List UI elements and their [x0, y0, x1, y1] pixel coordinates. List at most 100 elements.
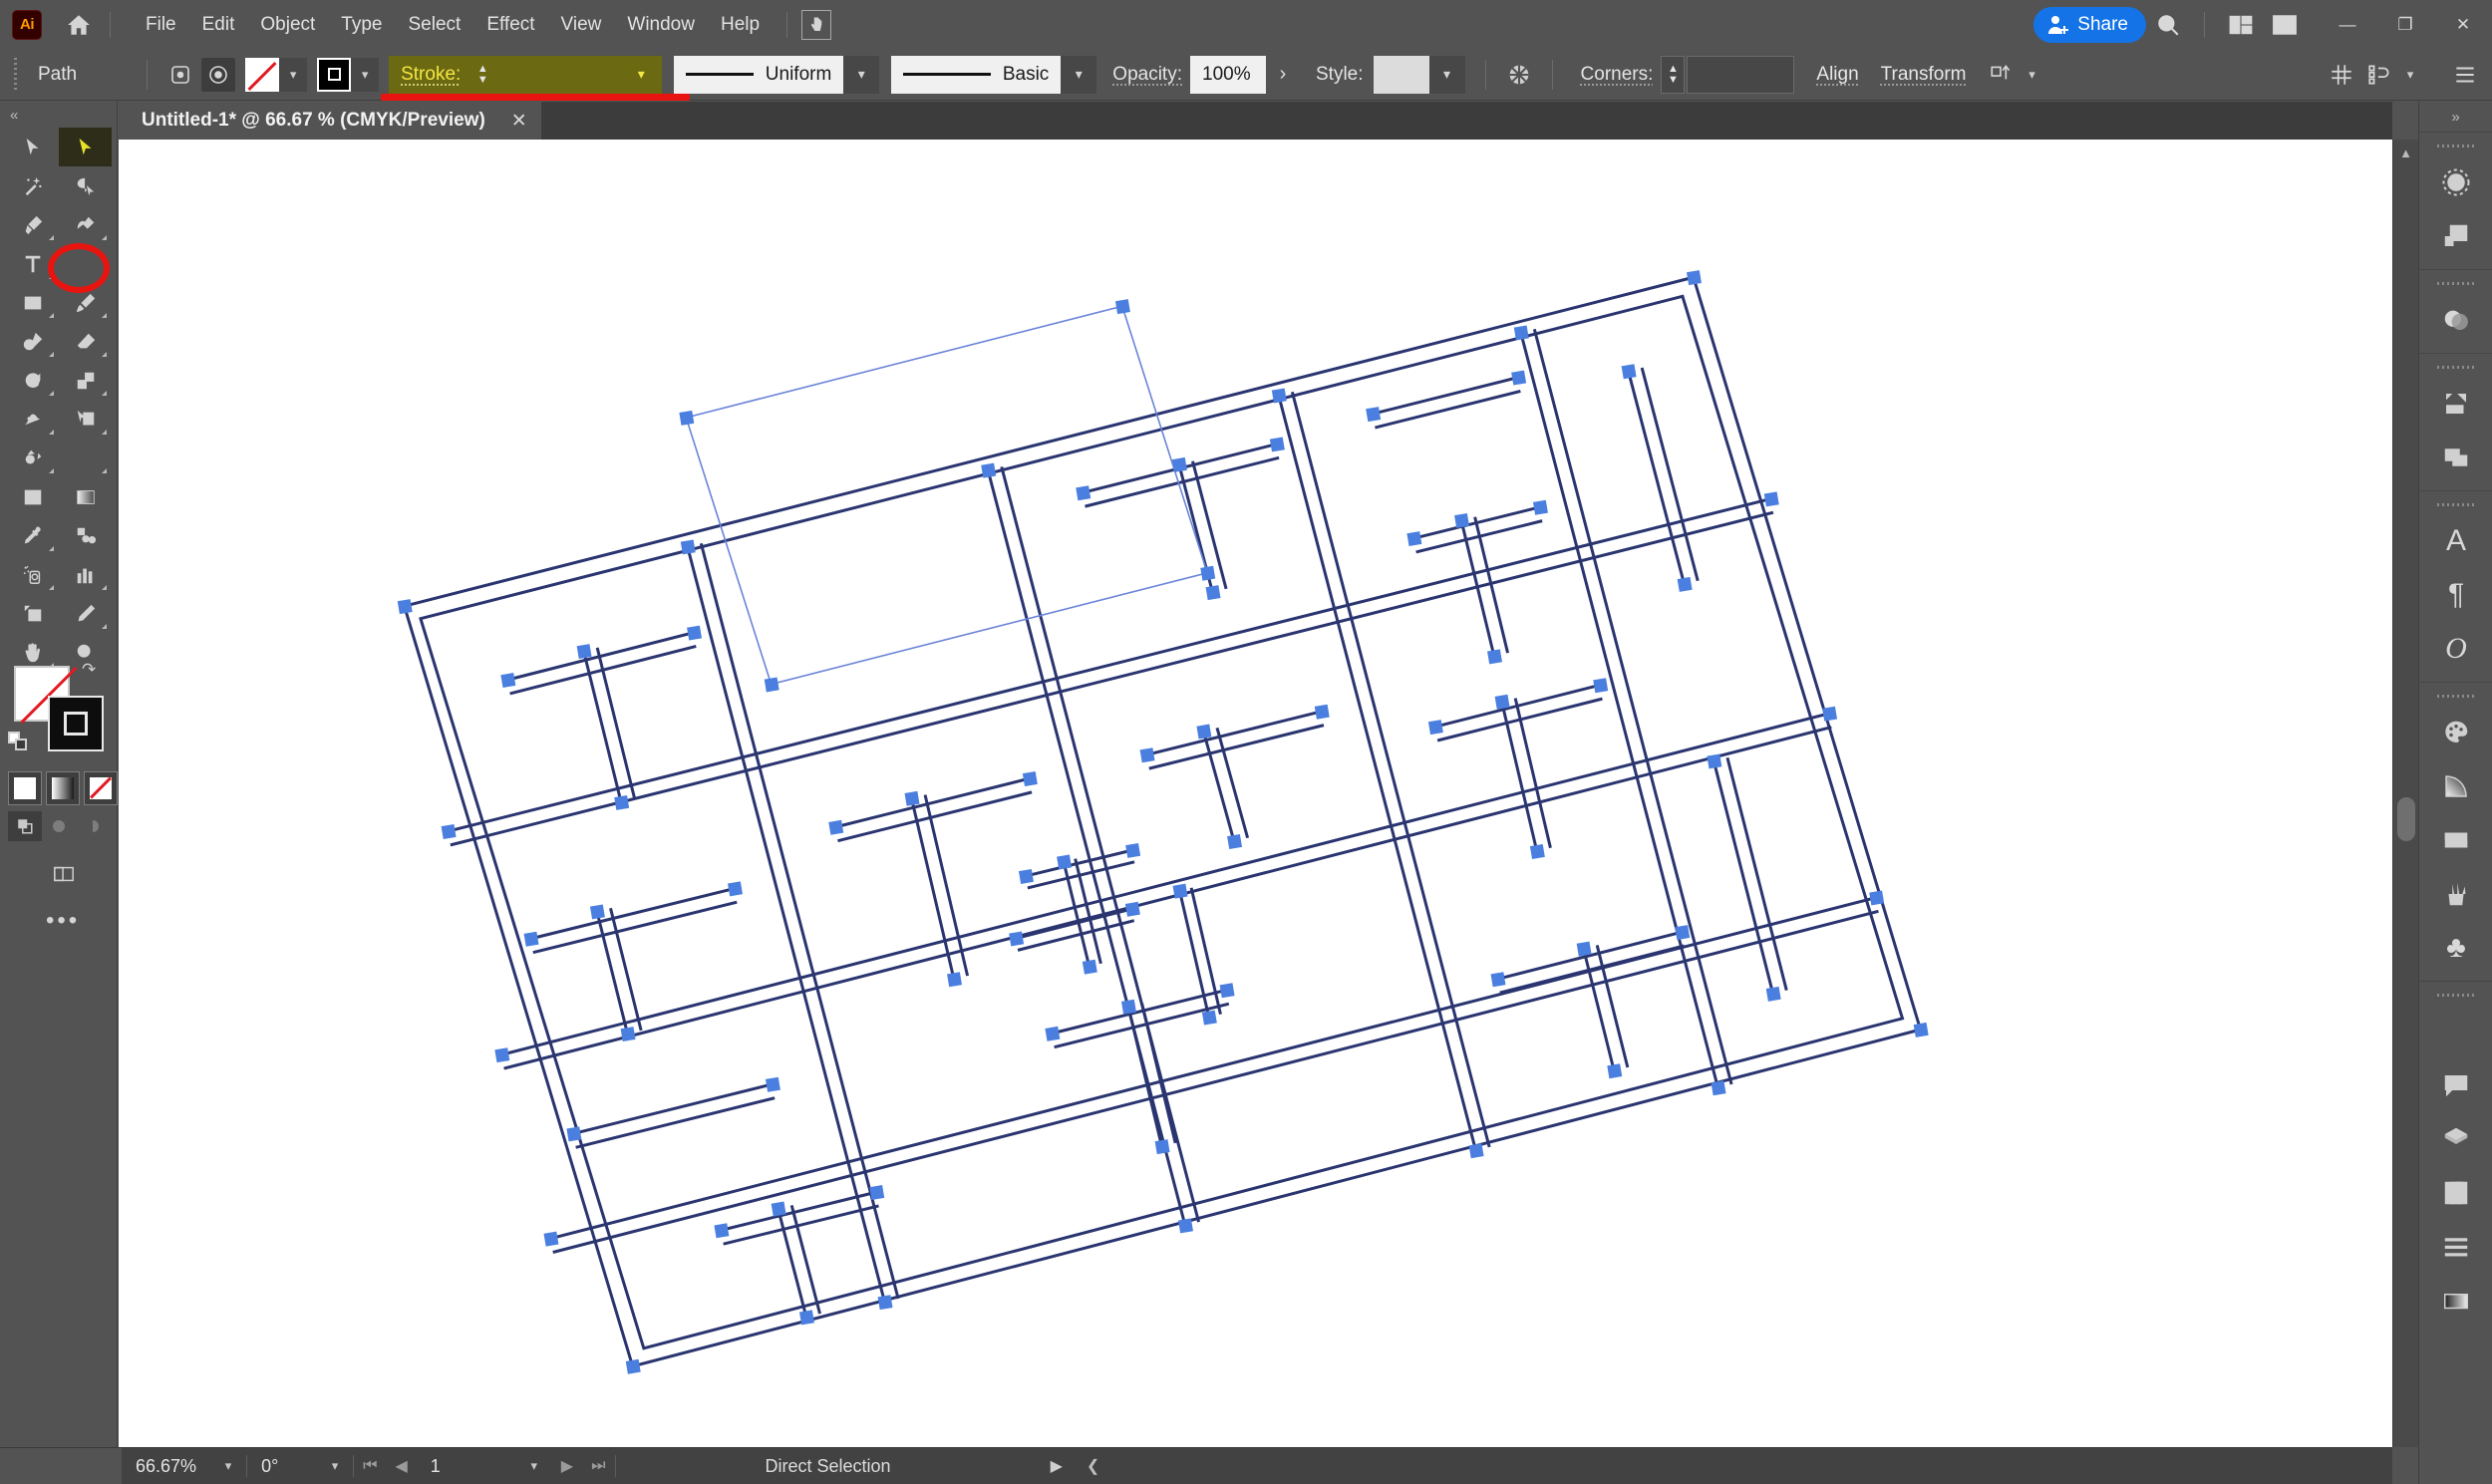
maximize-button[interactable]: ❐	[2376, 0, 2434, 49]
corners-input[interactable]	[1687, 55, 1795, 94]
graphic-style-swatch[interactable]	[1373, 55, 1429, 94]
vertical-scroll-thumb[interactable]	[2397, 797, 2415, 841]
swap-fill-stroke-icon[interactable]: ↷	[82, 660, 96, 680]
width-tool[interactable]	[6, 400, 59, 439]
opacity-expand-icon[interactable]: ›	[1266, 56, 1300, 94]
stroke-profile-combo[interactable]: Uniform	[674, 55, 844, 94]
touch-hand-icon[interactable]	[801, 9, 832, 40]
selection-tool[interactable]	[6, 128, 59, 166]
panel-menu-icon[interactable]	[2448, 58, 2482, 92]
corners-stepper[interactable]: ▲ ▼	[1661, 55, 1686, 94]
search-icon[interactable]	[2146, 3, 2190, 47]
fill-swatch[interactable]	[245, 57, 280, 92]
eyedropper-tool[interactable]	[6, 516, 59, 555]
close-icon[interactable]: ✕	[511, 110, 527, 133]
character-panel-icon[interactable]: A	[2419, 514, 2492, 568]
align-chevron-down-icon[interactable]: ▾	[2019, 58, 2046, 92]
brush-definition-combo[interactable]: Basic	[891, 55, 1062, 94]
toolbar-collapse-button[interactable]: «	[0, 102, 117, 128]
color-mode-button[interactable]	[8, 771, 42, 805]
menu-item-effect[interactable]: Effect	[473, 8, 547, 42]
gradient-panel-icon[interactable]	[2419, 1274, 2492, 1328]
menu-item-view[interactable]: View	[548, 8, 615, 42]
column-graph-tool[interactable]	[59, 555, 112, 594]
dock-grip[interactable]	[2437, 987, 2474, 1003]
properties-panel-icon[interactable]	[2419, 155, 2492, 209]
menu-item-file[interactable]: File	[133, 8, 189, 42]
shaper-tool[interactable]	[6, 322, 59, 361]
layers2-panel-icon[interactable]	[2419, 1112, 2492, 1166]
document-tab[interactable]: Untitled-1* @ 66.67 % (CMYK/Preview) ✕	[120, 102, 541, 140]
menu-item-edit[interactable]: Edit	[189, 8, 248, 42]
layers-panel-icon[interactable]	[2419, 209, 2492, 263]
opentype-panel-icon[interactable]: O	[2419, 622, 2492, 676]
rectangle-tool[interactable]	[6, 283, 59, 322]
stroke-weight-input[interactable]	[494, 55, 625, 94]
brush-definition-chevron-down-icon[interactable]: ▾	[1061, 55, 1097, 94]
line-segment-tool[interactable]	[59, 244, 112, 283]
change-screen-mode-icon[interactable]	[46, 859, 82, 889]
artboard-chevron-down-icon[interactable]: ▾	[516, 1458, 552, 1474]
lasso-tool[interactable]	[59, 166, 112, 205]
rotation-input[interactable]: 0°	[247, 1456, 317, 1477]
snap-options-icon[interactable]	[2362, 58, 2396, 92]
rotate-tool[interactable]	[6, 361, 59, 400]
align-panel-icon[interactable]	[2419, 1220, 2492, 1274]
none-mode-button[interactable]	[84, 771, 118, 805]
brushes-panel-icon[interactable]	[2419, 867, 2492, 921]
arrange-documents-icon[interactable]	[2219, 3, 2263, 47]
artboards-panel-icon[interactable]	[2419, 431, 2492, 484]
mesh-tool[interactable]	[6, 477, 59, 516]
canvas[interactable]	[119, 140, 2392, 1447]
last-artboard-icon[interactable]: ⏭	[582, 1457, 614, 1475]
stroke-chevron-down-icon[interactable]: ▾	[351, 57, 380, 92]
eraser-tool[interactable]	[59, 322, 112, 361]
artboard-tool[interactable]	[6, 594, 59, 633]
fill-chevron-down-icon[interactable]: ▾	[279, 57, 308, 92]
first-artboard-icon[interactable]: ⏮	[354, 1457, 386, 1475]
opacity-input[interactable]: 100%	[1190, 55, 1266, 94]
dock-collapse-button[interactable]: »	[2419, 102, 2492, 132]
scale-tool[interactable]	[59, 361, 112, 400]
dock-grip[interactable]	[2437, 359, 2474, 375]
symbol-sprayer-tool[interactable]	[6, 555, 59, 594]
collapse-status-icon[interactable]: ❮	[1087, 1456, 1099, 1476]
libraries-panel-icon[interactable]	[2419, 1166, 2492, 1220]
prev-artboard-icon[interactable]: ◀	[386, 1456, 416, 1476]
snap-chevron-down-icon[interactable]: ▾	[2396, 58, 2424, 92]
gradient-mode-button[interactable]	[46, 771, 80, 805]
direct-selection-tool[interactable]	[59, 128, 112, 166]
gradient-tool[interactable]	[59, 477, 112, 516]
paragraph-panel-icon[interactable]: ¶	[2419, 568, 2492, 622]
rotation-chevron-down-icon[interactable]: ▾	[317, 1458, 353, 1474]
stroke-profile-chevron-down-icon[interactable]: ▾	[843, 55, 880, 94]
menu-item-object[interactable]: Object	[247, 8, 328, 42]
dock-grip[interactable]	[2437, 275, 2474, 291]
draw-normal-button[interactable]	[8, 811, 42, 841]
graphic-style-chevron-down-icon[interactable]: ▾	[1428, 55, 1465, 94]
menu-item-select[interactable]: Select	[396, 8, 474, 42]
recolor-artwork-icon[interactable]	[1502, 58, 1536, 92]
close-button[interactable]: ✕	[2434, 0, 2492, 49]
workspace-switcher-icon[interactable]	[2263, 3, 2307, 47]
draw-inside-button[interactable]	[76, 811, 110, 841]
stroke-swatch[interactable]	[317, 57, 352, 92]
paintbrush-tool[interactable]	[59, 283, 112, 322]
menu-item-window[interactable]: Window	[614, 8, 708, 42]
next-artboard-icon[interactable]: ▶	[552, 1456, 582, 1476]
transparency-panel-icon[interactable]	[2419, 293, 2492, 347]
color-panel-icon[interactable]	[2419, 706, 2492, 759]
type-tool[interactable]	[6, 244, 59, 283]
asset-export-panel-icon[interactable]	[2419, 377, 2492, 431]
minimize-button[interactable]: —	[2319, 0, 2376, 49]
anchor-points-icon[interactable]	[163, 58, 197, 92]
artboard-number-input[interactable]: 1	[417, 1456, 516, 1477]
dock-grip[interactable]	[2437, 496, 2474, 512]
distribute-spacing-icon[interactable]	[2325, 58, 2358, 92]
vertical-scrollbar[interactable]: ▲	[2392, 140, 2418, 1447]
zoom-chevron-down-icon[interactable]: ▾	[210, 1458, 246, 1474]
symbols-panel-icon[interactable]: ♣	[2419, 921, 2492, 975]
comments-panel-icon[interactable]	[2419, 1058, 2492, 1112]
swatches-panel-icon[interactable]	[2419, 813, 2492, 867]
menu-item-type[interactable]: Type	[328, 8, 395, 42]
